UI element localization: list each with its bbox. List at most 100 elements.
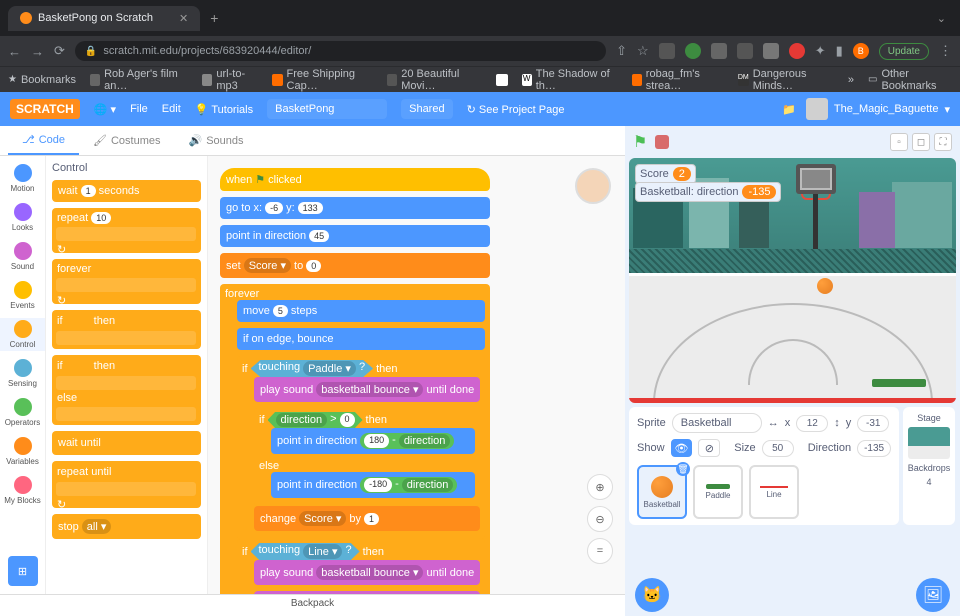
block-if-touching-line[interactable]: iftouchingLine ▾?then play soundbasketba… <box>237 539 485 594</box>
folder-icon[interactable]: 📁 <box>782 103 796 116</box>
category-variables[interactable]: Variables <box>0 435 45 468</box>
block-point-180[interactable]: point in direction180-direction <box>271 428 475 454</box>
bookmark-item[interactable]: Rob Ager's film an… <box>90 68 188 92</box>
share-icon[interactable]: ⇧ <box>616 43 627 59</box>
extension-icon[interactable] <box>737 43 753 59</box>
sprite-x-input[interactable]: 12 <box>796 415 828 432</box>
block-wait[interactable]: wait1seconds <box>52 180 201 202</box>
bookmark-item[interactable]: DMDangerous Minds… <box>738 68 834 92</box>
sprite-card-paddle[interactable]: Paddle <box>693 465 743 519</box>
show-sprite-button[interactable]: 👁 <box>671 439 693 457</box>
stage-var-score[interactable]: Score2 <box>635 164 696 184</box>
block-if-touching-paddle[interactable]: iftouchingPaddle ▾?then play soundbasket… <box>237 356 485 539</box>
category-operators[interactable]: Operators <box>0 396 45 429</box>
bookmarks-overflow[interactable]: » <box>848 74 854 86</box>
category-control[interactable]: Control <box>0 318 45 351</box>
block-stop[interactable]: stopall ▾ <box>52 514 201 539</box>
other-bookmarks[interactable]: ▭ Other Bookmarks <box>868 68 952 92</box>
extension-icon[interactable] <box>763 43 779 59</box>
forward-icon[interactable]: → <box>31 44 44 59</box>
reload-icon[interactable]: ⟳ <box>54 43 65 59</box>
delete-sprite-icon[interactable]: 🗑 <box>676 462 690 476</box>
globe-icon[interactable]: 🌐 ▾ <box>94 103 116 116</box>
small-stage-button[interactable]: ▫ <box>890 133 908 151</box>
new-tab-button[interactable]: + <box>210 10 218 26</box>
bookmark-item[interactable]: url-to-mp3 <box>202 68 258 92</box>
block-edge-bounce[interactable]: if on edge, bounce <box>237 328 485 350</box>
block-set-var[interactable]: setScore ▾to0 <box>220 253 490 278</box>
add-backdrop-button[interactable]: 🖼 <box>916 578 950 612</box>
sprite-name-input[interactable]: Basketball <box>672 413 762 433</box>
extension-icon[interactable] <box>659 43 675 59</box>
bookmark-item[interactable] <box>496 74 508 86</box>
add-extension-button[interactable]: ⊞ <box>8 556 38 586</box>
category-myblocks[interactable]: My Blocks <box>0 474 45 507</box>
sprite-size-input[interactable]: 50 <box>762 440 794 457</box>
sprite-card-basketball[interactable]: 🗑Basketball <box>637 465 687 519</box>
stop-button[interactable] <box>655 135 669 149</box>
chevron-down-icon[interactable]: ⌄ <box>937 12 946 25</box>
close-icon[interactable]: ✕ <box>179 12 188 25</box>
see-project-button[interactable]: ↻ See Project Page <box>467 103 565 116</box>
backpack[interactable]: Backpack <box>0 594 625 616</box>
block-point-n180[interactable]: point in direction-180-direction <box>271 472 475 498</box>
block-wait-until[interactable]: wait until <box>52 431 201 455</box>
block-if-else[interactable]: if thenelse <box>52 355 201 425</box>
block-if-direction[interactable]: ifdirection>0then point in direction180-… <box>254 408 480 506</box>
bookmark-item[interactable]: 20 Beautiful Movi… <box>387 68 481 92</box>
add-sprite-button[interactable]: 🐱 <box>635 578 669 612</box>
project-name-input[interactable]: BasketPong <box>267 99 387 119</box>
large-stage-button[interactable]: ◻ <box>912 133 930 151</box>
hide-sprite-button[interactable]: ⊘ <box>698 439 720 457</box>
stage-var-direction[interactable]: Basketball: direction-135 <box>635 182 781 202</box>
category-sound[interactable]: Sound <box>0 240 45 273</box>
sprite-direction-input[interactable]: -135 <box>857 440 891 457</box>
block-point-direction[interactable]: point in direction45 <box>220 225 490 247</box>
block-play-sound2[interactable]: play soundbasketball bounce ▾until done <box>254 560 480 585</box>
tab-code[interactable]: ⎇Code <box>8 126 79 155</box>
zoom-out-button[interactable]: ⊖ <box>587 506 613 532</box>
zoom-in-button[interactable]: ⊕ <box>587 474 613 500</box>
tutorials-button[interactable]: 💡 Tutorials <box>195 103 253 116</box>
block-move[interactable]: move5steps <box>237 300 485 322</box>
edit-menu[interactable]: Edit <box>162 103 181 115</box>
extension-icon[interactable] <box>789 43 805 59</box>
browser-tab[interactable]: BasketPong on Scratch ✕ <box>8 6 200 31</box>
extension-icon[interactable] <box>685 43 701 59</box>
bookmark-icon[interactable]: ▮ <box>836 43 843 59</box>
tab-sounds[interactable]: 🔊Sounds <box>174 126 257 155</box>
sprite-card-line[interactable]: Line <box>749 465 799 519</box>
menu-icon[interactable]: ⋮ <box>939 43 952 59</box>
puzzle-icon[interactable]: ✦ <box>815 43 826 59</box>
back-icon[interactable]: ← <box>8 44 21 59</box>
url-input[interactable]: 🔒 scratch.mit.edu/projects/683920444/edi… <box>75 41 606 61</box>
profile-icon[interactable]: B <box>853 43 869 59</box>
bookmark-item[interactable]: ★ Bookmarks <box>8 74 76 86</box>
category-looks[interactable]: Looks <box>0 201 45 234</box>
category-events[interactable]: Events <box>0 279 45 312</box>
bookmark-item[interactable]: Free Shipping Cap… <box>272 68 373 92</box>
update-button[interactable]: Update <box>879 43 929 60</box>
fullscreen-button[interactable]: ⛶ <box>934 133 952 151</box>
block-change-score[interactable]: changeScore ▾by1 <box>254 506 480 531</box>
block-forever[interactable]: forever↻ <box>52 259 201 304</box>
block-forever[interactable]: forever move5steps if on edge, bounce if… <box>220 284 490 594</box>
stage-thumbnail[interactable] <box>908 427 950 459</box>
stage-panel[interactable]: Stage Backdrops 4 <box>903 407 955 525</box>
extension-icon[interactable] <box>711 43 727 59</box>
user-menu[interactable]: The_Magic_Baguette ▾ <box>806 98 950 120</box>
workspace[interactable]: when ⚑ clicked go to x:-6y:133 point in … <box>208 156 625 594</box>
bookmark-item[interactable]: WThe Shadow of th… <box>522 68 618 92</box>
scratch-logo[interactable]: SCRATCH <box>10 99 80 119</box>
block-if[interactable]: if then <box>52 310 201 349</box>
block-repeat[interactable]: repeat10↻ <box>52 208 201 253</box>
shared-button[interactable]: Shared <box>401 99 452 119</box>
green-flag-button[interactable]: ⚑ <box>633 132 647 152</box>
block-repeat-until[interactable]: repeat until ↻ <box>52 461 201 508</box>
block-when-flag[interactable]: when ⚑ clicked <box>220 168 490 191</box>
block-goto[interactable]: go to x:-6y:133 <box>220 197 490 219</box>
script-stack[interactable]: when ⚑ clicked go to x:-6y:133 point in … <box>220 168 490 594</box>
category-motion[interactable]: Motion <box>0 162 45 195</box>
star-icon[interactable]: ☆ <box>637 43 649 59</box>
category-sensing[interactable]: Sensing <box>0 357 45 390</box>
